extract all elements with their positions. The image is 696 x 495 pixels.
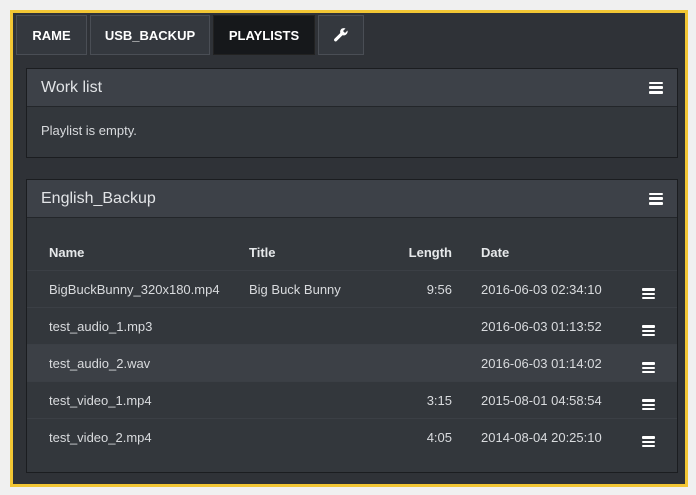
empty-playlist-message: Playlist is empty.	[41, 123, 137, 138]
cell-actions	[641, 418, 677, 455]
app-frame: RAME USB_BACKUP PLAYLISTS Work list Play…	[10, 10, 688, 487]
tab-playlists[interactable]: PLAYLISTS	[213, 15, 315, 55]
work-list-panel: Work list Playlist is empty.	[26, 68, 678, 158]
cell-title	[249, 418, 369, 455]
cell-date: 2015-08-01 04:58:54	[481, 381, 641, 419]
tab-rame[interactable]: RAME	[16, 15, 87, 55]
cell-length	[369, 344, 481, 382]
cell-name: test_video_2.mp4	[27, 418, 249, 455]
table-row[interactable]: test_audio_1.mp3 2016-06-03 01:13:52	[27, 307, 677, 345]
cell-length: 3:15	[369, 381, 481, 419]
menu-icon[interactable]	[649, 192, 663, 205]
cell-actions	[641, 307, 677, 345]
cell-name: test_video_1.mp4	[27, 381, 249, 419]
column-header-date[interactable]: Date	[481, 234, 641, 271]
table-row[interactable]: test_video_2.mp4 4:05 2014-08-04 20:25:1…	[27, 418, 677, 455]
panel-title: English_Backup	[41, 189, 156, 207]
cell-actions	[641, 381, 677, 419]
row-menu-icon[interactable]	[642, 288, 655, 300]
cell-date: 2016-06-03 02:34:10	[481, 270, 641, 308]
tab-label: USB_BACKUP	[104, 27, 196, 43]
tab-usb-backup[interactable]: USB_BACKUP	[90, 15, 210, 55]
row-menu-icon[interactable]	[642, 325, 655, 337]
cell-name: test_audio_1.mp3	[27, 307, 249, 345]
table-header-row: Name Title Length Date	[27, 234, 677, 271]
tab-label: PLAYLISTS	[228, 27, 300, 43]
cell-title	[249, 307, 369, 345]
cell-date: 2016-06-03 01:13:52	[481, 307, 641, 345]
row-menu-icon[interactable]	[642, 436, 655, 448]
tab-settings[interactable]	[318, 15, 364, 55]
cell-title: Big Buck Bunny	[249, 270, 369, 308]
table-row[interactable]: test_video_1.mp4 3:15 2015-08-01 04:58:5…	[27, 381, 677, 419]
column-header-name[interactable]: Name	[27, 234, 249, 271]
column-header-length[interactable]: Length	[369, 234, 481, 271]
table-row[interactable]: BigBuckBunny_320x180.mp4 Big Buck Bunny …	[27, 270, 677, 308]
cell-name: test_audio_2.wav	[27, 344, 249, 382]
playlist-panel: English_Backup Name Title Length Date Bi…	[26, 179, 678, 473]
cell-title	[249, 344, 369, 382]
cell-date: 2014-08-04 20:25:10	[481, 418, 641, 455]
cell-actions	[641, 270, 677, 308]
wrench-icon	[334, 28, 348, 42]
table-row[interactable]: test_audio_2.wav 2016-06-03 01:14:02	[27, 344, 677, 382]
cell-length: 4:05	[369, 418, 481, 455]
panel-header: English_Backup	[27, 180, 677, 218]
tab-label: RAME	[32, 27, 71, 43]
menu-icon[interactable]	[649, 81, 663, 94]
column-header-title[interactable]: Title	[249, 234, 369, 271]
panel-title: Work list	[41, 78, 103, 96]
row-menu-icon[interactable]	[642, 399, 655, 411]
row-menu-icon[interactable]	[642, 362, 655, 374]
cell-length: 9:56	[369, 270, 481, 308]
column-header-actions	[641, 234, 677, 271]
cell-title	[249, 381, 369, 419]
panel-header: Work list	[27, 69, 677, 107]
cell-date: 2016-06-03 01:14:02	[481, 344, 641, 382]
playlist-table: Name Title Length Date BigBuckBunny_320x…	[27, 234, 677, 455]
cell-length	[369, 307, 481, 345]
cell-actions	[641, 344, 677, 382]
cell-name: BigBuckBunny_320x180.mp4	[27, 270, 249, 308]
